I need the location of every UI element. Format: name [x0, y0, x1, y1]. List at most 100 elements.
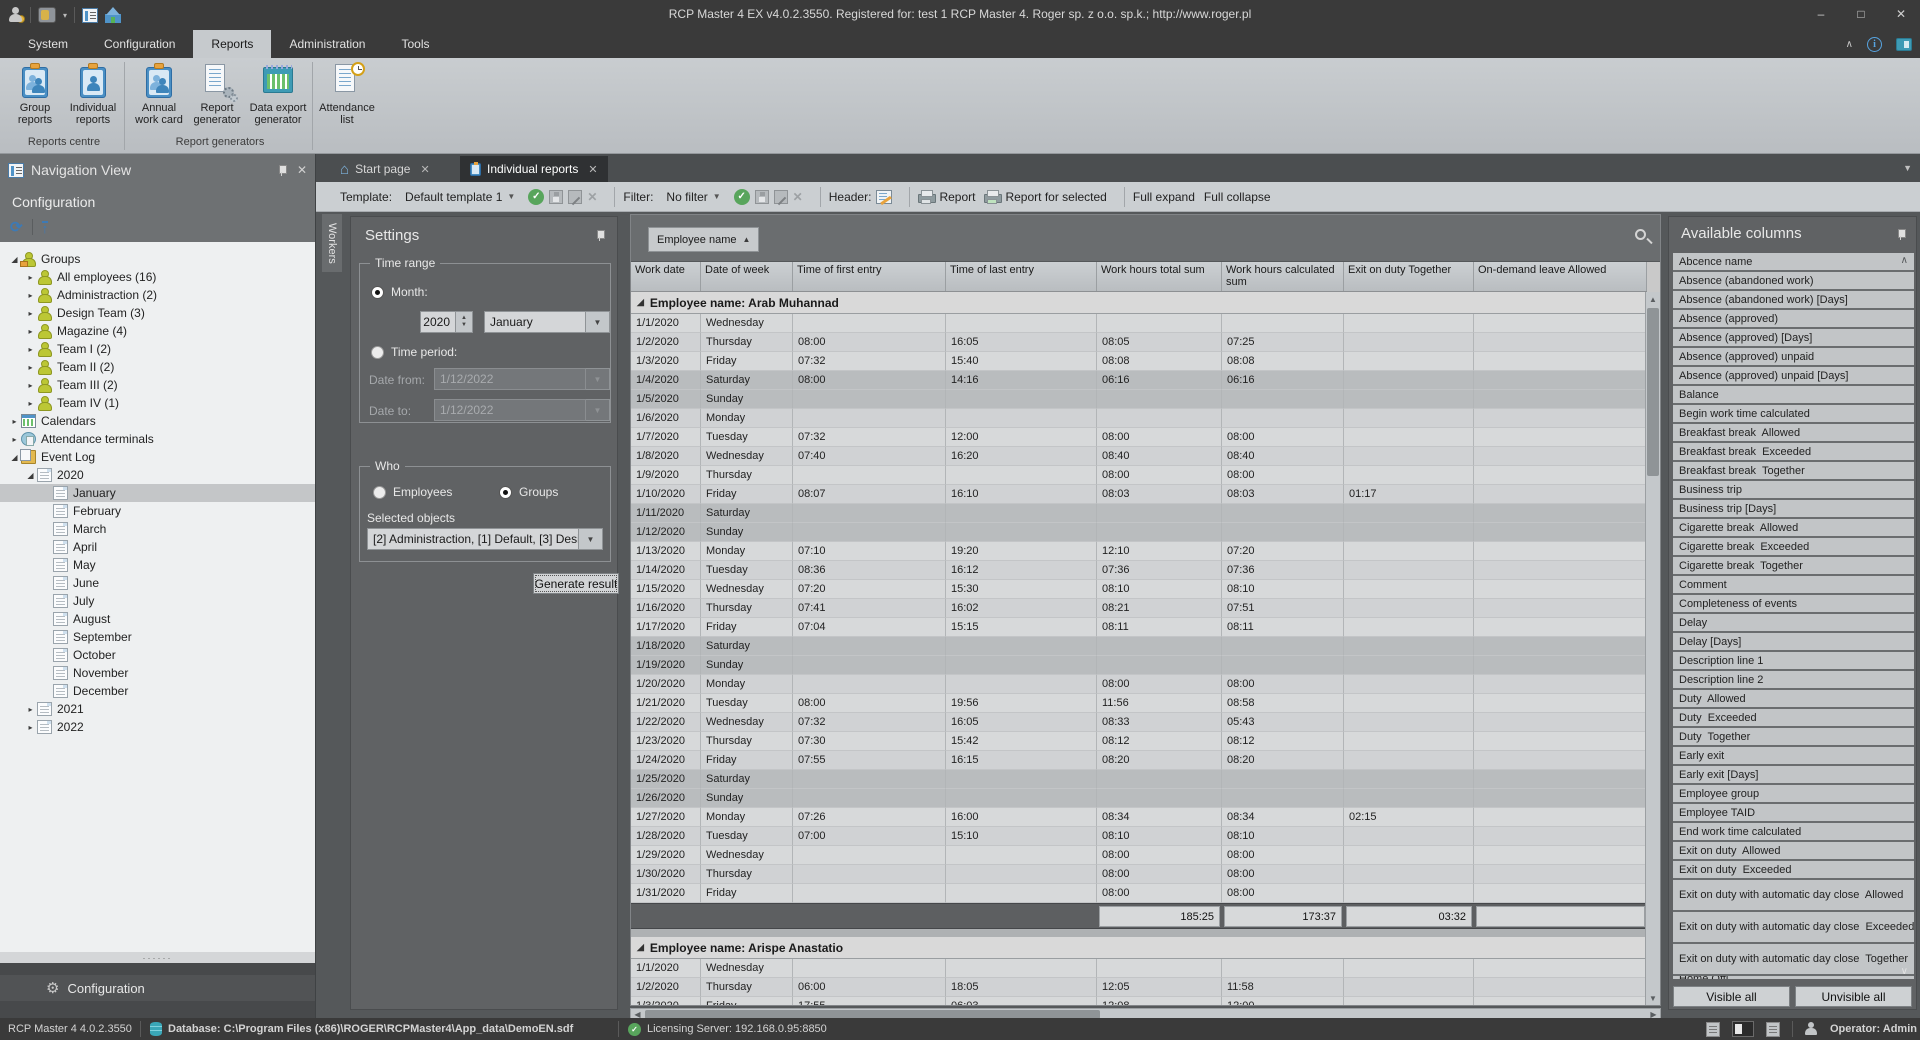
available-column-item[interactable]: Comment: [1673, 576, 1914, 593]
scroll-up-icon[interactable]: ∧: [1901, 255, 1908, 266]
selected-objects-arrow-icon[interactable]: ▼: [579, 528, 603, 550]
collapsed-icon[interactable]: ▸: [24, 291, 37, 300]
table-row[interactable]: 1/3/2020Friday07:3215:4008:0808:08: [631, 352, 1647, 371]
month-select-arrow-icon[interactable]: ▼: [586, 311, 610, 333]
time-period-radio[interactable]: [371, 346, 384, 359]
table-row[interactable]: 1/25/2020Saturday: [631, 770, 1647, 789]
available-column-item[interactable]: Home Offi: [1673, 976, 1914, 979]
column-header-4[interactable]: Work hours total sum: [1097, 262, 1222, 291]
menu-tab-system[interactable]: System: [10, 30, 86, 58]
available-column-item[interactable]: Balance: [1673, 386, 1914, 403]
expanded-icon[interactable]: ◢: [24, 471, 37, 480]
collapse-all-icon[interactable]: ↑: [42, 221, 49, 234]
available-column-item[interactable]: Exit on duty with automatic day close Al…: [1673, 880, 1914, 910]
date-to-arrow-icon[interactable]: ▼: [586, 399, 610, 421]
available-column-item[interactable]: Breakfast break Exceeded: [1673, 443, 1914, 460]
report-generator-button[interactable]: Report generator: [188, 58, 246, 132]
table-row[interactable]: 1/1/2020Wednesday: [631, 314, 1647, 333]
collapsed-icon[interactable]: ▸: [24, 345, 37, 354]
tree-item-all-employees-16-[interactable]: ▸All employees (16): [0, 268, 315, 286]
scroll-down-icon[interactable]: ▼: [1646, 991, 1660, 1005]
tree-item-2022[interactable]: ▸2022: [0, 718, 315, 736]
available-column-item[interactable]: Early exit [Days]: [1673, 766, 1914, 783]
table-row[interactable]: 1/16/2020Thursday07:4116:0208:2107:51: [631, 599, 1647, 618]
configuration-panel-button[interactable]: ⚙ Configuration: [0, 975, 315, 1001]
collapsed-icon[interactable]: ▸: [8, 417, 21, 426]
tree-item-magazine-4-[interactable]: ▸Magazine (4): [0, 322, 315, 340]
tree-item-october[interactable]: October: [0, 646, 315, 664]
available-column-item[interactable]: Early exit: [1673, 747, 1914, 764]
column-header-2[interactable]: Time of first entry: [793, 262, 946, 291]
tab-individual-reports[interactable]: Individual reports✕: [460, 156, 608, 182]
employees-radio[interactable]: [373, 486, 386, 499]
table-row[interactable]: 1/27/2020Monday07:2616:0008:3408:3402:15: [631, 808, 1647, 827]
table-row[interactable]: 1/14/2020Tuesday08:3616:1207:3607:36: [631, 561, 1647, 580]
collapsed-icon[interactable]: ▸: [24, 381, 37, 390]
apply-filter-icon[interactable]: ✓: [734, 189, 750, 205]
annual-work-card-button[interactable]: Annual work card: [130, 58, 188, 132]
edit-template-icon[interactable]: [568, 190, 582, 204]
collapsed-icon[interactable]: ▸: [24, 273, 37, 282]
table-row[interactable]: 1/21/2020Tuesday08:0019:5611:5608:58: [631, 694, 1647, 713]
expanded-icon[interactable]: ◢: [637, 942, 644, 953]
generate-result-button[interactable]: Generate result: [533, 573, 619, 594]
search-icon[interactable]: [1635, 229, 1646, 240]
available-column-item[interactable]: Completeness of events: [1673, 595, 1914, 612]
available-column-item[interactable]: Duty Together: [1673, 728, 1914, 745]
table-row[interactable]: 1/24/2020Friday07:5516:1508:2008:20: [631, 751, 1647, 770]
grid-vertical-scrollbar[interactable]: ▲ ▼: [1645, 292, 1660, 1005]
available-column-item[interactable]: Duty Exceeded: [1673, 709, 1914, 726]
filter-dropdown[interactable]: No filter▼: [662, 188, 724, 206]
collapsed-icon[interactable]: ▸: [8, 435, 21, 444]
available-column-item[interactable]: Delay: [1673, 614, 1914, 631]
collapsed-icon[interactable]: ▸: [24, 327, 37, 336]
full-expand-button[interactable]: Full expand: [1133, 190, 1195, 204]
tree-item-attendance-terminals[interactable]: ▸Attendance terminals: [0, 430, 315, 448]
delete-template-icon[interactable]: ✕: [587, 190, 597, 204]
report-button[interactable]: Report: [918, 190, 975, 204]
edit-header-icon[interactable]: [876, 190, 892, 204]
table-row[interactable]: 1/31/2020Friday08:0008:00: [631, 884, 1647, 903]
available-column-item[interactable]: Business trip: [1673, 481, 1914, 498]
column-header-7[interactable]: On-demand leave Allowed: [1474, 262, 1647, 291]
date-to-input[interactable]: 1/12/2022: [434, 399, 586, 421]
available-column-item[interactable]: Exit on duty with automatic day close To…: [1673, 944, 1914, 974]
available-column-item[interactable]: Cigarette break Together: [1673, 557, 1914, 574]
minimize-button[interactable]: –: [1808, 4, 1834, 24]
table-row[interactable]: 1/15/2020Wednesday07:2015:3008:1008:10: [631, 580, 1647, 599]
column-header-3[interactable]: Time of last entry: [946, 262, 1097, 291]
layout-icon[interactable]: [1896, 38, 1912, 51]
year-stepper[interactable]: ▲▼: [456, 311, 473, 333]
column-header-1[interactable]: Date of week: [701, 262, 793, 291]
tree-item-january[interactable]: January: [0, 484, 315, 502]
available-column-item[interactable]: Exit on duty Allowed: [1673, 842, 1914, 859]
maximize-button[interactable]: □: [1848, 4, 1874, 24]
selected-objects-select[interactable]: [2] Administraction, [1] Default, [3] De…: [367, 528, 579, 550]
apply-template-icon[interactable]: ✓: [528, 189, 544, 205]
template-dropdown[interactable]: Default template 1▼: [401, 188, 519, 206]
table-row[interactable]: 1/22/2020Wednesday07:3216:0508:3305:43: [631, 713, 1647, 732]
column-header-0[interactable]: Work date: [631, 262, 701, 291]
table-row[interactable]: 1/2/2020Thursday08:0016:0508:0507:25: [631, 333, 1647, 352]
available-column-item[interactable]: Description line 2: [1673, 671, 1914, 688]
scrollbar-thumb[interactable]: [1647, 308, 1659, 476]
table-row[interactable]: 1/8/2020Wednesday07:4016:2008:4008:40: [631, 447, 1647, 466]
collapsed-icon[interactable]: ▸: [24, 399, 37, 408]
group-row-header[interactable]: ◢Employee name: Arispe Anastatio: [631, 937, 1647, 959]
unvisible-all-button[interactable]: Unvisible all: [1795, 986, 1912, 1007]
refresh-icon[interactable]: ⟳: [10, 218, 23, 236]
table-row[interactable]: 1/12/2020Sunday: [631, 523, 1647, 542]
tree-item-july[interactable]: July: [0, 592, 315, 610]
tree-item-march[interactable]: March: [0, 520, 315, 538]
tab-start-page[interactable]: ⌂Start page✕: [330, 156, 440, 182]
table-row[interactable]: 1/30/2020Thursday08:0008:00: [631, 865, 1647, 884]
table-row[interactable]: 1/23/2020Thursday07:3015:4208:1208:12: [631, 732, 1647, 751]
group-reports-button[interactable]: Group reports: [6, 58, 64, 132]
collapsed-icon[interactable]: ▸: [24, 723, 37, 732]
workers-side-tab[interactable]: Workers: [322, 214, 342, 272]
tree-item-groups[interactable]: ◢Groups: [0, 250, 315, 268]
available-column-item[interactable]: Delay [Days]: [1673, 633, 1914, 650]
tree-item-team-ii-2-[interactable]: ▸Team II (2): [0, 358, 315, 376]
date-from-input[interactable]: 1/12/2022: [434, 368, 586, 390]
tree-item-september[interactable]: September: [0, 628, 315, 646]
